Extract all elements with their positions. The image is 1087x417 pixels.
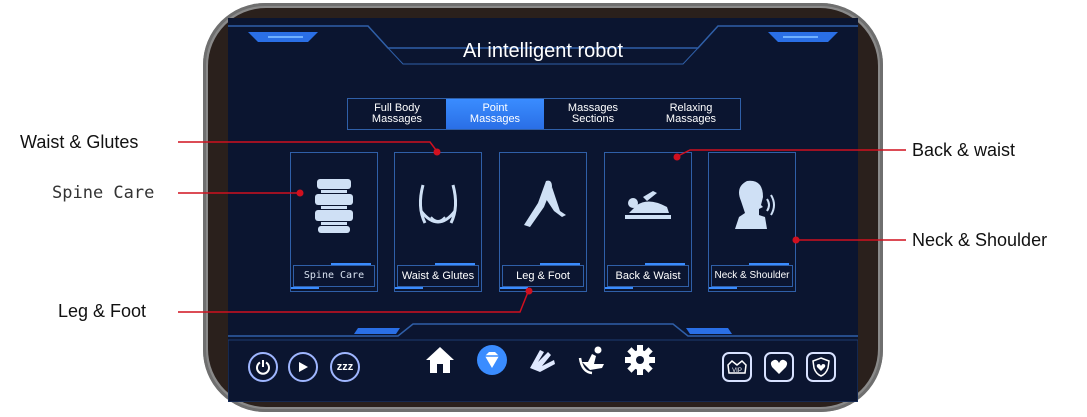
callout-back-waist: Back & waist [912,140,1016,160]
callout-neck-shoulder: Neck & Shoulder [912,230,1048,250]
callout-lines [178,141,906,313]
callout-waist-glutes: Waist & Glutes [20,132,139,152]
callout-spine-care: Spine Care [52,183,155,203]
callout-leg-foot: Leg & Foot [58,301,147,321]
